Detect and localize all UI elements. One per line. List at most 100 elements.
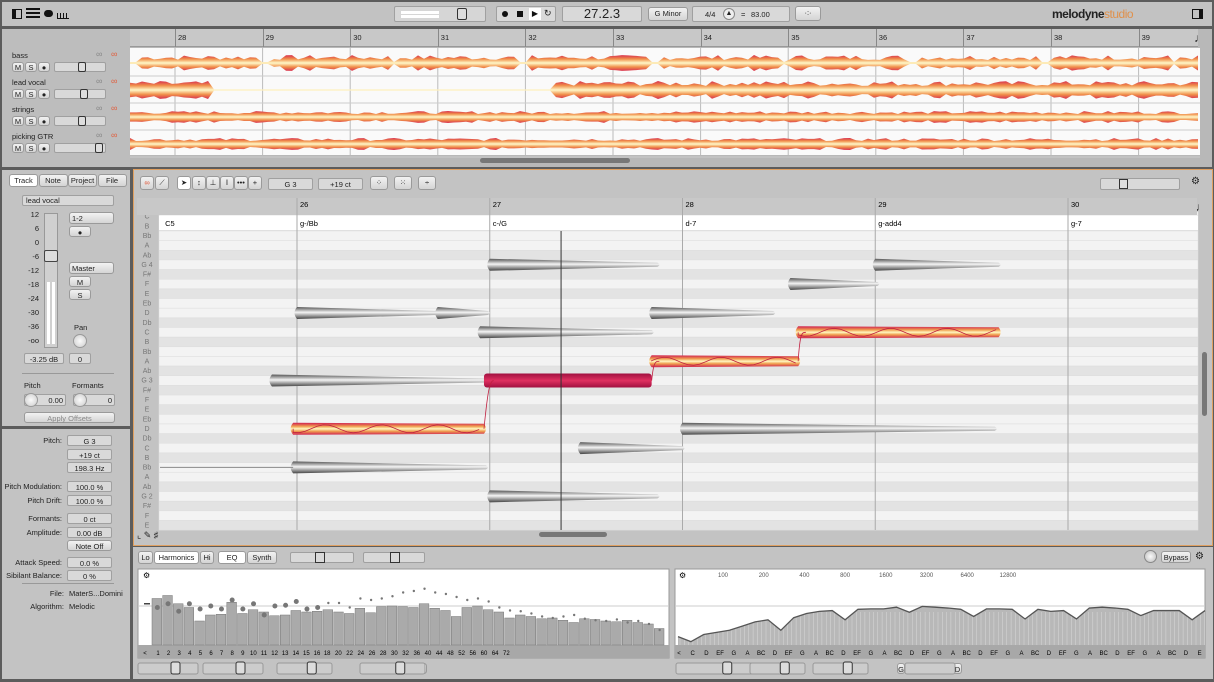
inspector-toggle-icon[interactable] — [1192, 9, 1203, 19]
record-button[interactable]: ● — [38, 143, 50, 153]
formant-tool[interactable]: ⊥ — [206, 176, 220, 190]
link-icon[interactable]: ∞ — [96, 76, 102, 86]
track-volume-slider[interactable] — [54, 116, 106, 126]
position-display[interactable]: 27.2.3 — [562, 6, 642, 22]
eq-high-note[interactable]: D — [953, 663, 962, 674]
note-param-value[interactable]: 198.3 Hz — [67, 462, 112, 473]
mute-button[interactable]: M — [69, 276, 91, 287]
zoom-slider[interactable] — [1100, 178, 1180, 190]
track-volume-slider[interactable] — [54, 89, 106, 99]
mute-button[interactable]: M — [12, 89, 24, 99]
volume-value[interactable]: -3.25 dB — [24, 353, 64, 364]
note-param-value[interactable]: 0 ct — [67, 513, 112, 524]
clef-icon[interactable]: 𝄞 — [142, 198, 150, 215]
tool-icons[interactable]: ⌞ ✎ ♯ — [137, 530, 158, 541]
bottom-right-value[interactable]: 3 — [419, 663, 427, 674]
slider-handle[interactable] — [315, 552, 325, 563]
quantize-pitch-button[interactable]: ⁘ — [370, 176, 388, 190]
volume-fader-handle[interactable] — [44, 250, 58, 262]
slider-handle[interactable] — [78, 116, 87, 126]
pan-knob[interactable] — [73, 334, 87, 348]
track-volume-slider[interactable] — [54, 143, 106, 153]
tab-lo[interactable]: Lo — [138, 551, 153, 564]
apply-offsets-button[interactable]: Apply Offsets — [24, 412, 115, 423]
track-list-icon[interactable] — [26, 8, 40, 20]
slider-handle[interactable] — [94, 143, 103, 153]
zoom-handle[interactable] — [1119, 179, 1128, 189]
arrange-view[interactable]: 28 29 30 31 32 33 34 35 36 37 38 39 ♩ — [130, 29, 1212, 167]
output-dropdown[interactable]: 1-2 — [69, 212, 114, 224]
main-tool[interactable]: ➤ — [177, 176, 191, 190]
tab-note[interactable]: Note — [38, 174, 68, 187]
track-name[interactable]: lead vocal — [12, 78, 46, 87]
separation-tool[interactable]: + — [248, 176, 262, 190]
note-param-value[interactable]: 0.0 % — [67, 557, 112, 568]
tab-harmonics[interactable]: Harmonics — [154, 551, 199, 564]
pitch-offset-field[interactable]: 0.00 — [24, 393, 66, 407]
link-slider[interactable] — [290, 552, 354, 563]
volume-handle[interactable] — [457, 8, 467, 20]
link-icon[interactable]: ∞ — [96, 49, 102, 59]
track-name[interactable]: bass — [12, 51, 28, 60]
link-icon[interactable]: ∞ — [96, 103, 102, 113]
record-button[interactable] — [502, 11, 508, 17]
gear-icon[interactable]: ⚙ — [1191, 176, 1200, 187]
note-param-value[interactable]: 0 % — [67, 570, 112, 581]
solo-button[interactable]: S — [25, 116, 37, 126]
key-button[interactable]: G Minor — [648, 7, 688, 21]
harmonic-mode-slider[interactable] — [363, 552, 425, 563]
pitch-name-field[interactable]: G 3 — [268, 178, 313, 190]
note-param-value[interactable]: +19 ct — [67, 449, 112, 460]
track-volume-slider[interactable] — [54, 62, 106, 72]
pan-value[interactable]: 0 — [69, 353, 91, 364]
metronome-icon[interactable]: ▲ — [723, 8, 735, 20]
blob-view-button[interactable]: ∞ — [140, 176, 154, 190]
master-volume-slider[interactable] — [394, 6, 486, 22]
editor-scrollbar-horizontal[interactable] — [539, 532, 607, 537]
edit-icon[interactable]: ∞ — [111, 49, 117, 59]
bottom-left-value[interactable]: 1 — [362, 663, 370, 674]
bypass-button[interactable]: Bypass — [1161, 551, 1191, 563]
stop-button[interactable] — [517, 11, 523, 17]
formants-knob[interactable] — [73, 393, 87, 407]
link-icon[interactable]: ∞ — [96, 130, 102, 140]
note-param-value[interactable]: Note Off — [67, 540, 112, 551]
arrange-scrollbar[interactable] — [480, 158, 630, 163]
mute-button[interactable]: M — [12, 143, 24, 153]
eq-low-note[interactable]: G — [897, 663, 905, 674]
solo-button[interactable]: S — [25, 89, 37, 99]
editor-scrollbar-vertical[interactable] — [1202, 352, 1207, 416]
spectrum-icon[interactable] — [57, 9, 69, 19]
solo-button[interactable]: S — [25, 143, 37, 153]
record-button[interactable]: ● — [38, 89, 50, 99]
pitch-curve-view-button[interactable]: ⟋ — [155, 176, 169, 190]
send-dropdown[interactable]: Master — [69, 262, 114, 274]
output-knob[interactable] — [1144, 550, 1157, 563]
slider-handle[interactable] — [80, 89, 89, 99]
volume-fader[interactable] — [44, 213, 58, 348]
track-name-field[interactable]: lead vocal — [22, 195, 114, 206]
tab-eq[interactable]: EQ — [218, 551, 246, 564]
formants-offset-field[interactable]: 0 — [73, 393, 115, 407]
note-value-icon[interactable]: ♩ — [1195, 200, 1207, 214]
edit-icon[interactable]: ∞ — [111, 76, 117, 86]
note-param-value[interactable]: 100.0 % — [67, 495, 112, 506]
tab-synth[interactable]: Synth — [247, 551, 277, 564]
tempo-field[interactable]: 4/4 ▲ = 83.00 — [692, 6, 790, 22]
note-param-value[interactable]: 100.0 % — [67, 481, 112, 492]
loop-button[interactable]: ↻ — [544, 8, 552, 19]
gear-icon[interactable]: ⚙ — [1195, 551, 1204, 562]
pitch-knob[interactable] — [24, 393, 38, 407]
scale-button[interactable]: ÷ — [418, 176, 436, 190]
pitch-tool[interactable]: ↕ — [192, 176, 206, 190]
track-name[interactable]: picking GTR — [12, 132, 53, 141]
slider-handle[interactable] — [78, 62, 87, 72]
note-param-value[interactable]: 0.00 dB — [67, 527, 112, 538]
solo-button[interactable]: S — [69, 289, 91, 300]
slider-handle[interactable] — [390, 552, 400, 563]
tab-file[interactable]: File — [97, 174, 127, 187]
amplitude-tool[interactable]: Ⅰ — [220, 176, 234, 190]
record-button[interactable]: ● — [38, 62, 50, 72]
blobs-icon[interactable] — [44, 10, 53, 17]
quantize-time-button[interactable]: ⁙ — [394, 176, 412, 190]
